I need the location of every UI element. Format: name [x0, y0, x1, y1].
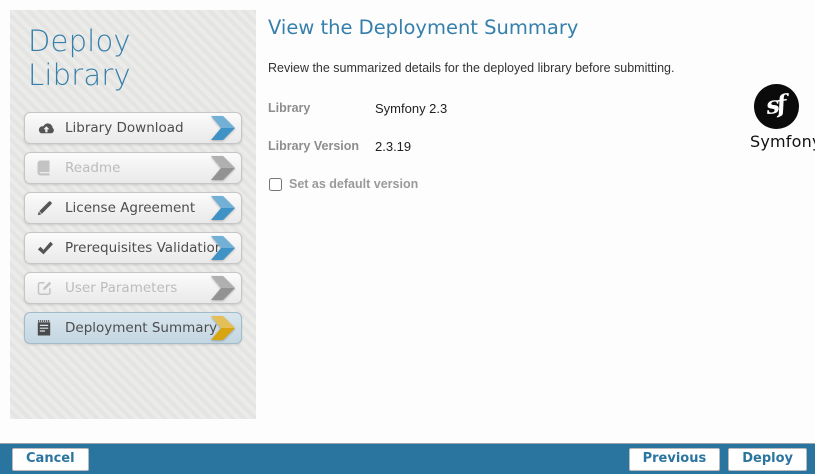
step-label: Readme	[65, 160, 120, 176]
step-deployment-summary[interactable]: Deployment Summary	[24, 312, 242, 344]
detail-label: Library	[268, 101, 375, 116]
edit-icon	[37, 280, 65, 296]
default-version-checkbox-row[interactable]: Set as default version	[268, 177, 728, 191]
footer-right-buttons: Previous Deploy	[629, 448, 807, 471]
page-description: Review the summarized details for the de…	[268, 61, 728, 75]
symfony-logo-caption: Symfony	[750, 132, 802, 151]
chevron-right-icon	[211, 195, 236, 221]
symfony-logo: sf Symfony	[750, 84, 802, 151]
detail-row-library-version: Library Version 2.3.19	[268, 139, 728, 154]
symfony-monogram: sf	[764, 89, 786, 120]
step-label: User Parameters	[65, 280, 177, 296]
symfony-logo-icon: sf	[754, 84, 799, 129]
detail-row-library: Library Symfony 2.3	[268, 101, 728, 116]
chevron-right-icon	[211, 235, 236, 261]
step-label: Library Download	[65, 120, 184, 136]
step-label: License Agreement	[65, 200, 195, 216]
chevron-right-icon	[211, 155, 236, 181]
cancel-button[interactable]: Cancel	[12, 448, 89, 471]
step-label: Deployment Summary	[65, 320, 217, 336]
page-title: View the Deployment Summary	[268, 16, 728, 39]
chevron-right-icon	[211, 275, 236, 301]
default-version-checkbox[interactable]	[269, 178, 282, 191]
wizard-footer: Cancel Previous Deploy	[0, 443, 815, 474]
chevron-right-icon	[211, 315, 236, 341]
book-icon	[37, 160, 65, 176]
check-icon	[37, 241, 65, 255]
detail-value: 2.3.19	[375, 139, 411, 154]
summary-panel: View the Deployment Summary Review the s…	[268, 16, 728, 191]
detail-value: Symfony 2.3	[375, 101, 447, 116]
chevron-right-icon	[211, 115, 236, 141]
wizard-sidebar: Deploy Library Library Download Readme	[10, 10, 256, 419]
detail-label: Library Version	[268, 139, 375, 154]
step-prerequisites-validation[interactable]: Prerequisites Validation	[24, 232, 242, 264]
step-readme: Readme	[24, 152, 242, 184]
checkbox-label: Set as default version	[289, 177, 418, 191]
deploy-library-wizard: Deploy Library Library Download Readme	[0, 0, 815, 474]
step-library-download[interactable]: Library Download	[24, 112, 242, 144]
step-user-parameters: User Parameters	[24, 272, 242, 304]
wizard-title: Deploy Library	[28, 24, 242, 92]
cloud-upload-icon	[37, 121, 65, 136]
pen-icon	[37, 200, 65, 216]
deploy-button[interactable]: Deploy	[728, 448, 807, 471]
notepad-icon	[37, 320, 65, 336]
step-license-agreement[interactable]: License Agreement	[24, 192, 242, 224]
previous-button[interactable]: Previous	[629, 448, 721, 471]
step-label: Prerequisites Validation	[65, 240, 223, 256]
